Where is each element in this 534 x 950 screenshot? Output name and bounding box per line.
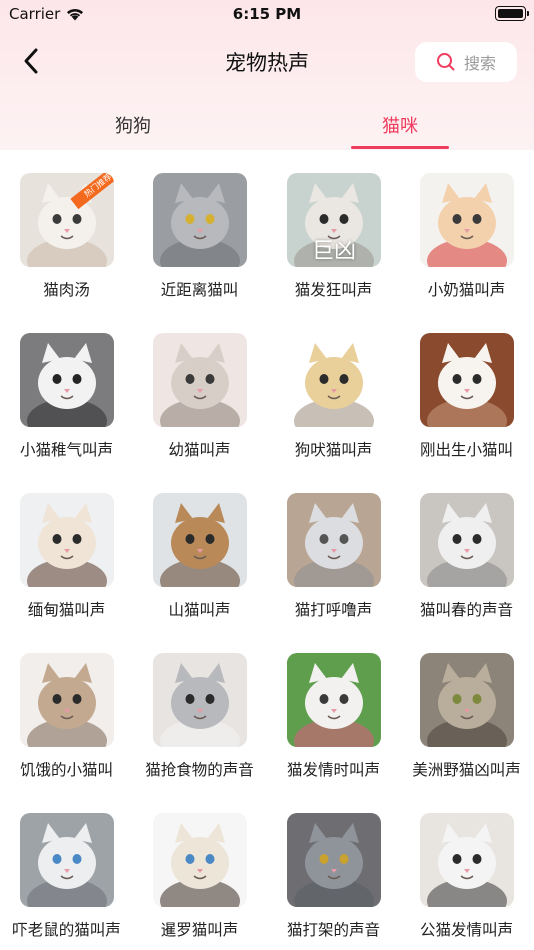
sound-item-label: 猫肉汤 (43, 281, 90, 299)
cat-photo-thumbnail[interactable] (153, 333, 247, 427)
sound-item[interactable]: 猫发情时叫声 (267, 630, 400, 790)
cat-photo-thumbnail[interactable] (153, 813, 247, 907)
cat-photo-thumbnail[interactable] (153, 493, 247, 587)
sound-item[interactable]: 小猫稚气叫声 (0, 310, 133, 470)
thumbnail-caption: 巨凶 (311, 239, 356, 264)
cat-photo-thumbnail[interactable] (420, 173, 514, 267)
sound-item-label: 猫发情时叫声 (286, 761, 380, 779)
cat-photo-thumbnail[interactable] (20, 653, 114, 747)
status-bar: Carrier 6:15 PM (0, 0, 534, 28)
sound-item-label: 山猫叫声 (168, 601, 231, 619)
sound-item-label: 小奶猫叫声 (427, 281, 506, 299)
clock: 6:15 PM (232, 5, 302, 23)
search-label: 搜索 (463, 54, 496, 73)
cat-illustration (420, 653, 514, 747)
sound-item-label: 小猫稚气叫声 (19, 441, 113, 459)
sound-item-label: 刚出生小猫叫 (419, 441, 513, 459)
cat-illustration (153, 653, 247, 747)
active-tab-indicator (351, 146, 449, 149)
sound-item[interactable]: 美洲野猫凶叫声 (400, 630, 533, 790)
cat-illustration (20, 493, 114, 587)
cat-illustration (287, 493, 381, 587)
cat-photo-thumbnail[interactable] (287, 493, 381, 587)
sound-item-label: 猫发狂叫声 (294, 281, 373, 299)
cat-photo-thumbnail[interactable] (287, 813, 381, 907)
cat-illustration (153, 493, 247, 587)
sound-item[interactable]: 巨凶 猫发狂叫声 (267, 150, 400, 310)
cat-illustration (287, 813, 381, 907)
cat-illustration (420, 813, 514, 907)
sound-item[interactable]: 狗吠猫叫声 (267, 310, 400, 470)
cat-photo-thumbnail[interactable] (420, 813, 514, 907)
sound-item[interactable]: 猫抢食物的声音 (133, 630, 266, 790)
sound-item[interactable]: 山猫叫声 (133, 470, 266, 630)
cat-photo-thumbnail[interactable] (287, 653, 381, 747)
sound-item-label: 美洲野猫凶叫声 (412, 761, 521, 779)
sound-item[interactable]: 热门推荐 猫肉汤 (0, 150, 133, 310)
cat-photo-thumbnail[interactable] (153, 173, 247, 267)
sound-item[interactable]: 刚出生小猫叫 (400, 310, 533, 470)
cat-illustration (287, 333, 381, 427)
cat-illustration (420, 493, 514, 587)
sound-item[interactable]: 小奶猫叫声 (400, 150, 533, 310)
cat-photo-thumbnail[interactable] (420, 653, 514, 747)
sound-item-label: 缅甸猫叫声 (27, 601, 106, 619)
sound-item-label: 幼猫叫声 (168, 441, 231, 459)
cat-photo-thumbnail[interactable] (153, 653, 247, 747)
cat-illustration (153, 173, 247, 267)
cat-photo-thumbnail[interactable] (420, 333, 514, 427)
sound-item-label: 猫抢食物的声音 (145, 761, 254, 779)
cat-illustration (20, 653, 114, 747)
cat-illustration (420, 333, 514, 427)
cat-photo-thumbnail[interactable] (20, 333, 114, 427)
sound-item-label: 狗吠猫叫声 (294, 441, 373, 459)
cat-illustration (20, 813, 114, 907)
cat-photo-thumbnail[interactable]: 巨凶 (287, 173, 381, 267)
sound-item-label: 猫打呼噜声 (294, 601, 373, 619)
category-tabs: 狗狗 猫咪 (0, 100, 534, 150)
search-icon (436, 53, 455, 71)
tab-cats[interactable]: 猫咪 (300, 100, 500, 150)
sound-item[interactable]: 暹罗猫叫声 (133, 790, 266, 950)
sound-item-label: 公猫发情叫声 (419, 921, 513, 939)
cat-photo-thumbnail[interactable] (287, 333, 381, 427)
cat-photo-thumbnail[interactable] (20, 493, 114, 587)
sound-item-label: 近距离猫叫 (160, 281, 239, 299)
sound-item[interactable]: 饥饿的小猫叫 (0, 630, 133, 790)
sound-item-label: 吓老鼠的猫叫声 (12, 921, 121, 939)
chevron-left-icon (24, 48, 38, 74)
sound-item[interactable]: 吓老鼠的猫叫声 (0, 790, 133, 950)
battery-icon (495, 6, 529, 21)
sound-item[interactable]: 公猫发情叫声 (400, 790, 533, 950)
cat-illustration (20, 333, 114, 427)
cat-illustration (153, 333, 247, 427)
cat-photo-thumbnail[interactable]: 热门推荐 (20, 173, 114, 267)
sound-item[interactable]: 幼猫叫声 (133, 310, 266, 470)
cat-illustration (420, 173, 514, 267)
sound-item[interactable]: 猫打呼噜声 (267, 470, 400, 630)
sound-item[interactable]: 猫叫春的声音 (400, 470, 533, 630)
sound-item-label: 猫打架的声音 (286, 921, 380, 939)
sound-item-label: 暹罗猫叫声 (160, 921, 239, 939)
sound-item-label: 猫叫春的声音 (419, 601, 513, 619)
cat-illustration (153, 813, 247, 907)
sound-item[interactable]: 缅甸猫叫声 (0, 470, 133, 630)
sound-item[interactable]: 猫打架的声音 (267, 790, 400, 950)
sound-item-label: 饥饿的小猫叫 (19, 761, 113, 779)
cat-photo-thumbnail[interactable] (20, 813, 114, 907)
back-button[interactable] (16, 46, 46, 76)
tab-dogs[interactable]: 狗狗 (33, 100, 233, 150)
cat-photo-thumbnail[interactable] (420, 493, 514, 587)
sound-item[interactable]: 近距离猫叫 (133, 150, 266, 310)
cat-illustration (287, 653, 381, 747)
search-button[interactable]: 搜索 (415, 42, 517, 82)
